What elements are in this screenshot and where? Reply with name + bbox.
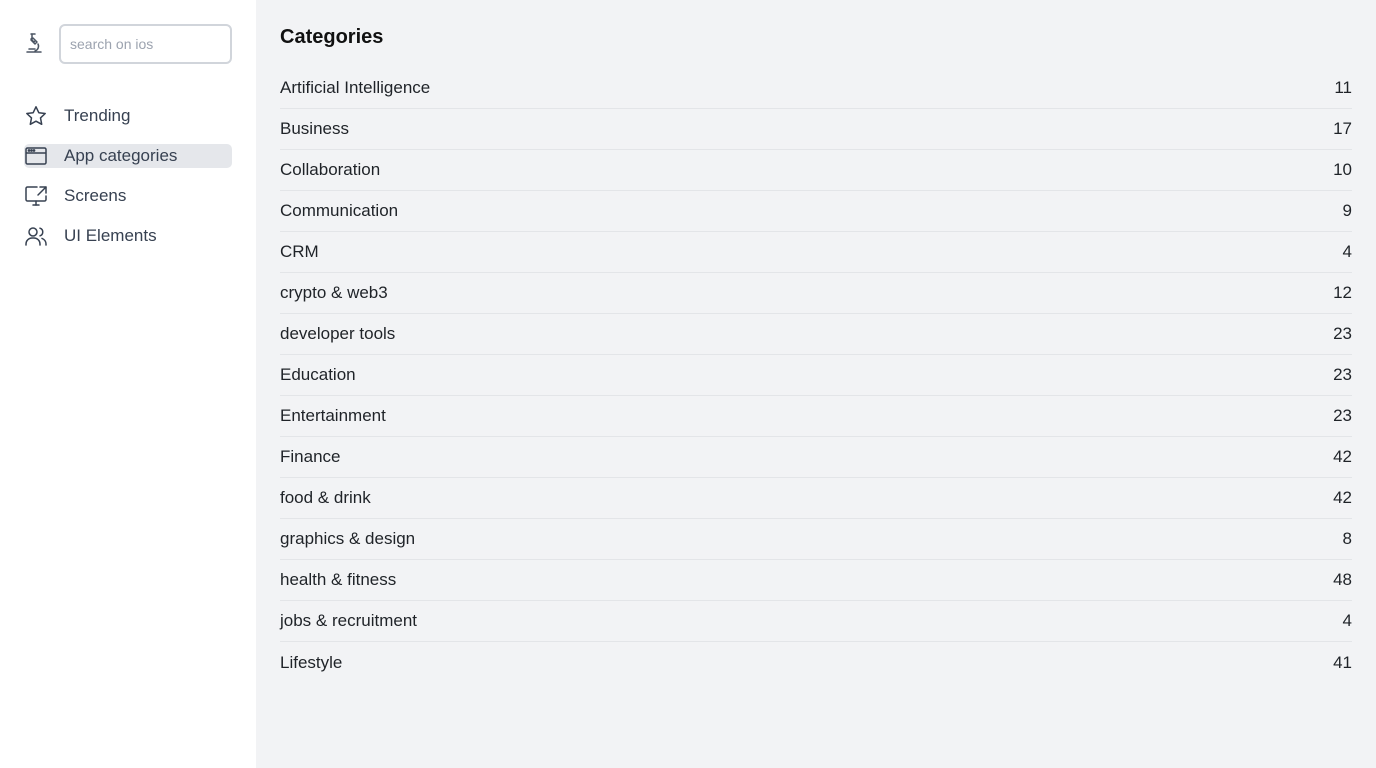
category-row[interactable]: Lifestyle 41: [280, 642, 1352, 683]
star-icon: [24, 104, 48, 128]
category-count: 9: [1342, 201, 1352, 220]
category-row[interactable]: Business 17: [280, 109, 1352, 150]
sidebar-item-screens[interactable]: Screens: [24, 184, 232, 208]
category-row[interactable]: crypto & web3 12: [280, 273, 1352, 314]
category-row[interactable]: developer tools 23: [280, 314, 1352, 355]
category-row[interactable]: Communication 9: [280, 191, 1352, 232]
category-row[interactable]: CRM 4: [280, 232, 1352, 273]
sidebar-item-label: Screens: [64, 186, 127, 205]
category-row[interactable]: Finance 42: [280, 437, 1352, 478]
category-row[interactable]: Collaboration 10: [280, 150, 1352, 191]
category-count: 4: [1342, 242, 1352, 261]
category-name: Lifestyle: [280, 652, 343, 672]
category-name: developer tools: [280, 324, 396, 343]
category-row[interactable]: graphics & design 8: [280, 519, 1352, 560]
category-name: Artificial Intelligence: [280, 78, 431, 97]
sidebar: Trending App categories Screens: [0, 0, 256, 768]
category-row[interactable]: Entertainment 23: [280, 396, 1352, 437]
microscope-logo-icon[interactable]: [24, 32, 44, 54]
category-count: 8: [1342, 529, 1352, 548]
search-input[interactable]: [59, 24, 232, 64]
category-count: 23: [1333, 324, 1352, 343]
sidebar-item-label: App categories: [64, 146, 178, 165]
page-title: Categories: [280, 26, 384, 48]
sidebar-item-ui-elements[interactable]: UI Elements: [24, 224, 232, 248]
category-name: crypto & web3: [280, 283, 388, 302]
category-name: CRM: [280, 242, 319, 261]
monitor-share-icon: [24, 184, 48, 208]
browser-window-icon: [24, 144, 48, 168]
category-name: Education: [280, 365, 356, 384]
category-count: 10: [1333, 160, 1352, 179]
category-name: Collaboration: [280, 160, 381, 179]
sidebar-item-trending[interactable]: Trending: [24, 104, 232, 128]
category-count: 23: [1333, 365, 1352, 384]
category-count: 17: [1333, 119, 1352, 138]
category-row[interactable]: jobs & recruitment 4: [280, 601, 1352, 642]
main-content: Categories Artificial Intelligence 11 Busi…: [256, 0, 1376, 768]
category-count: 4: [1342, 611, 1352, 630]
category-list: Artificial Intelligence 11 Business 17 Colla…: [280, 68, 1352, 683]
category-count: 23: [1333, 406, 1352, 425]
category-name: Business: [280, 119, 349, 138]
category-name: Entertainment: [280, 406, 386, 425]
category-name: jobs & recruitment: [280, 611, 417, 630]
category-name: Finance: [280, 447, 341, 466]
sidebar-item-label: Trending: [64, 106, 131, 125]
category-count: 41: [1333, 652, 1352, 672]
category-name: Communication: [280, 201, 399, 220]
category-name: graphics & design: [280, 529, 416, 548]
category-name: food & drink: [280, 488, 371, 507]
category-count: 42: [1333, 447, 1352, 466]
sidebar-item-label: UI Elements: [64, 226, 157, 245]
sidebar-item-app-categories[interactable]: App categories: [24, 144, 232, 168]
category-count: 11: [1334, 78, 1352, 97]
category-name: health & fitness: [280, 570, 397, 589]
category-row[interactable]: food & drink 42: [280, 478, 1352, 519]
category-row[interactable]: health & fitness 48: [280, 560, 1352, 601]
category-row[interactable]: Education 23: [280, 355, 1352, 396]
users-icon: [24, 224, 48, 248]
category-count: 48: [1333, 570, 1352, 589]
category-count: 12: [1333, 283, 1352, 302]
category-count: 42: [1333, 488, 1352, 507]
category-row[interactable]: Artificial Intelligence 11: [280, 68, 1352, 109]
